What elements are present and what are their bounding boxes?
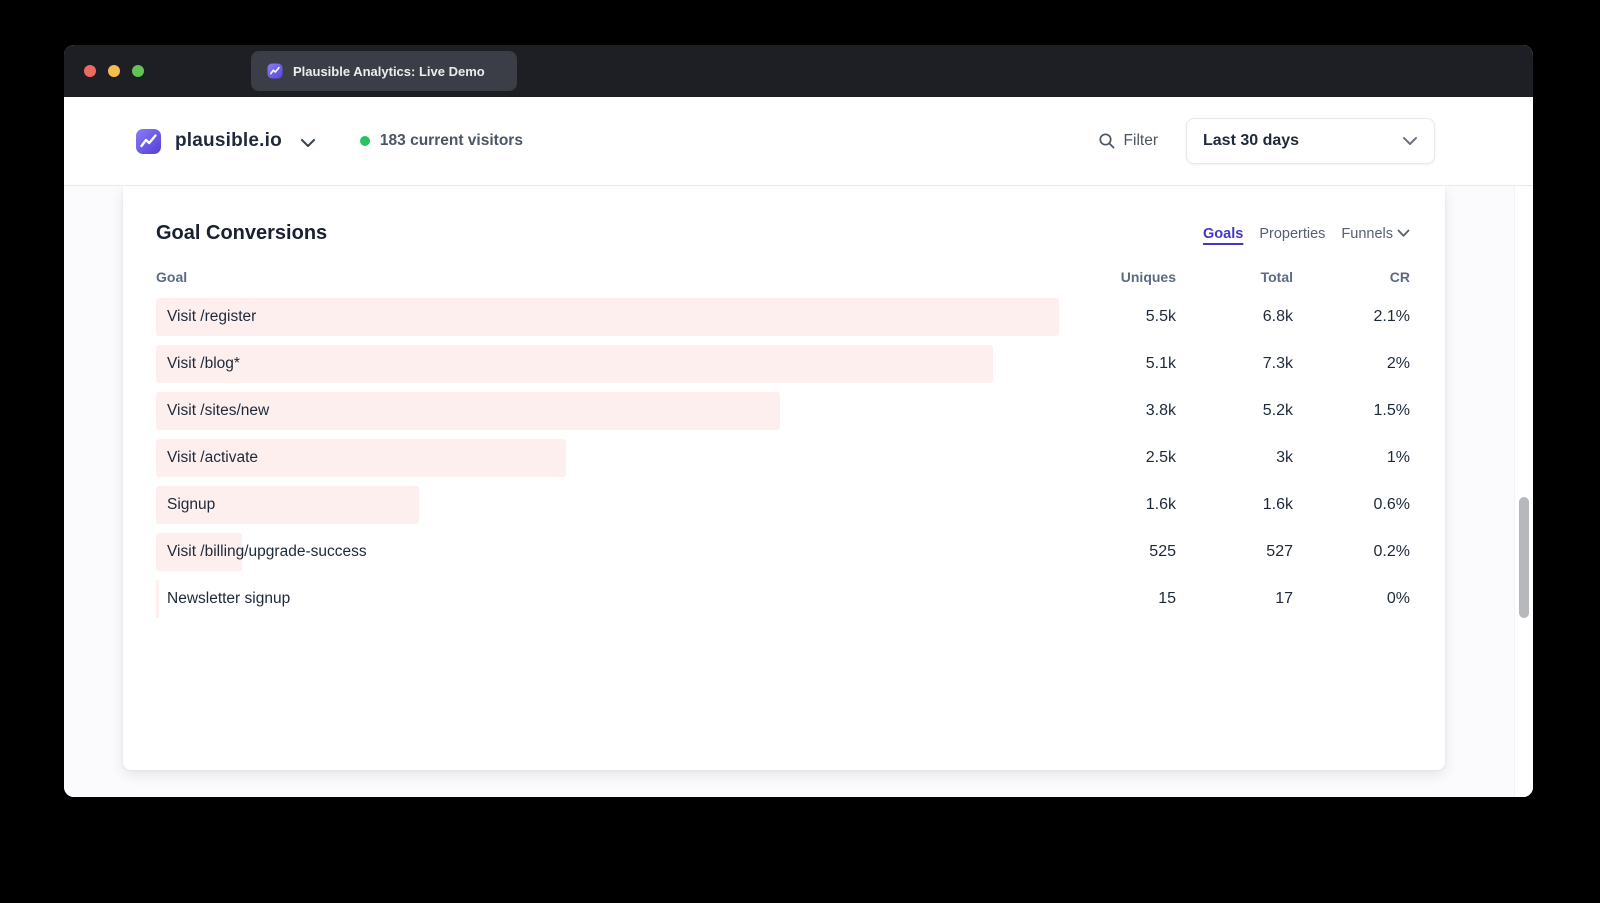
site-name: plausible.io	[175, 130, 282, 152]
scrollbar-thumb[interactable]	[1519, 497, 1529, 618]
cr-value: 2%	[1293, 355, 1410, 373]
current-visitors[interactable]: 183 current visitors	[360, 132, 523, 150]
goal-label[interactable]: Signup	[167, 496, 215, 514]
total-value: 5.2k	[1176, 402, 1293, 420]
goal-bar-cell: Visit /billing/upgrade-success	[156, 533, 1059, 571]
date-range-label: Last 30 days	[1203, 132, 1299, 150]
goal-rows: Visit /register 5.5k 6.8k 2.1% Visit /bl…	[156, 298, 1410, 618]
goal-bar-cell: Visit /activate	[156, 439, 1059, 477]
cr-value: 0.2%	[1293, 543, 1410, 561]
browser-titlebar: Plausible Analytics: Live Demo	[64, 45, 1533, 97]
goal-label[interactable]: Visit /sites/new	[167, 402, 269, 420]
cr-value: 1.5%	[1293, 402, 1410, 420]
tab-funnels-label: Funnels	[1341, 226, 1393, 242]
goal-bar	[156, 298, 1059, 336]
total-value: 527	[1176, 543, 1293, 561]
goal-label[interactable]: Visit /blog*	[167, 355, 240, 373]
total-value: 7.3k	[1176, 355, 1293, 373]
panel-tabs: Goals Properties Funnels	[1203, 226, 1410, 242]
goal-bar-cell: Newsletter signup	[156, 580, 1059, 618]
table-row: Visit /blog* 5.1k 7.3k 2%	[156, 345, 1410, 383]
date-range-picker[interactable]: Last 30 days	[1186, 118, 1435, 164]
cr-column-header: CR	[1293, 269, 1410, 285]
cr-value: 1%	[1293, 449, 1410, 467]
page-content: Goal Conversions Goals Properties Funnel…	[64, 186, 1533, 797]
total-value: 17	[1176, 590, 1293, 608]
traffic-lights	[64, 65, 144, 77]
uniques-value: 2.5k	[1059, 449, 1176, 467]
uniques-value: 15	[1059, 590, 1176, 608]
minimize-window-button[interactable]	[108, 65, 120, 77]
close-window-button[interactable]	[84, 65, 96, 77]
tab-goals[interactable]: Goals	[1203, 226, 1243, 242]
goal-label[interactable]: Visit /activate	[167, 449, 258, 467]
goal-bar-cell: Signup	[156, 486, 1059, 524]
panel-header: Goal Conversions Goals Properties Funnel…	[156, 222, 1410, 245]
total-value: 1.6k	[1176, 496, 1293, 514]
tab-funnels[interactable]: Funnels	[1341, 226, 1410, 242]
cr-value: 2.1%	[1293, 308, 1410, 326]
zoom-window-button[interactable]	[132, 65, 144, 77]
tab-properties[interactable]: Properties	[1259, 226, 1325, 242]
panel-title: Goal Conversions	[156, 222, 327, 245]
filter-label: Filter	[1124, 132, 1158, 150]
cr-value: 0.6%	[1293, 496, 1410, 514]
chevron-down-icon	[1402, 136, 1418, 146]
browser-tab-title: Plausible Analytics: Live Demo	[293, 64, 485, 79]
cr-value: 0%	[1293, 590, 1410, 608]
table-row: Newsletter signup 15 17 0%	[156, 580, 1410, 618]
goal-label[interactable]: Newsletter signup	[167, 590, 290, 608]
live-dot-icon	[360, 136, 370, 146]
total-column-header: Total	[1176, 269, 1293, 285]
current-visitors-label: 183 current visitors	[380, 132, 523, 150]
goal-bar-cell: Visit /register	[156, 298, 1059, 336]
uniques-value: 5.5k	[1059, 308, 1176, 326]
table-row: Visit /register 5.5k 6.8k 2.1%	[156, 298, 1410, 336]
goal-bar	[156, 345, 993, 383]
total-value: 6.8k	[1176, 308, 1293, 326]
chevron-down-icon	[1397, 229, 1410, 238]
scrollbar-track[interactable]	[1514, 186, 1533, 797]
goal-label[interactable]: Visit /register	[167, 308, 256, 326]
uniques-value: 3.8k	[1059, 402, 1176, 420]
goal-bar-cell: Visit /blog*	[156, 345, 1059, 383]
app-header: plausible.io 183 current visitors Filter…	[64, 97, 1533, 186]
browser-window: Plausible Analytics: Live Demo plausible…	[64, 45, 1533, 797]
table-row: Signup 1.6k 1.6k 0.6%	[156, 486, 1410, 524]
filter-button[interactable]: Filter	[1098, 132, 1158, 150]
goal-column-header: Goal	[156, 269, 1059, 285]
table-row: Visit /sites/new 3.8k 5.2k 1.5%	[156, 392, 1410, 430]
plausible-logo-icon	[135, 128, 162, 155]
uniques-column-header: Uniques	[1059, 269, 1176, 285]
table-header: Goal Uniques Total CR	[156, 269, 1410, 285]
goal-bar	[156, 580, 159, 618]
search-icon	[1098, 132, 1116, 150]
total-value: 3k	[1176, 449, 1293, 467]
browser-tab[interactable]: Plausible Analytics: Live Demo	[251, 51, 517, 91]
uniques-value: 1.6k	[1059, 496, 1176, 514]
goal-conversions-panel: Goal Conversions Goals Properties Funnel…	[123, 186, 1445, 770]
goal-bar-cell: Visit /sites/new	[156, 392, 1059, 430]
site-switcher[interactable]: plausible.io	[135, 128, 316, 155]
uniques-value: 5.1k	[1059, 355, 1176, 373]
table-row: Visit /billing/upgrade-success 525 527 0…	[156, 533, 1410, 571]
plausible-favicon-icon	[267, 63, 283, 79]
goal-label[interactable]: Visit /billing/upgrade-success	[167, 543, 367, 561]
uniques-value: 525	[1059, 543, 1176, 561]
chevron-down-icon	[300, 138, 316, 148]
table-row: Visit /activate 2.5k 3k 1%	[156, 439, 1410, 477]
